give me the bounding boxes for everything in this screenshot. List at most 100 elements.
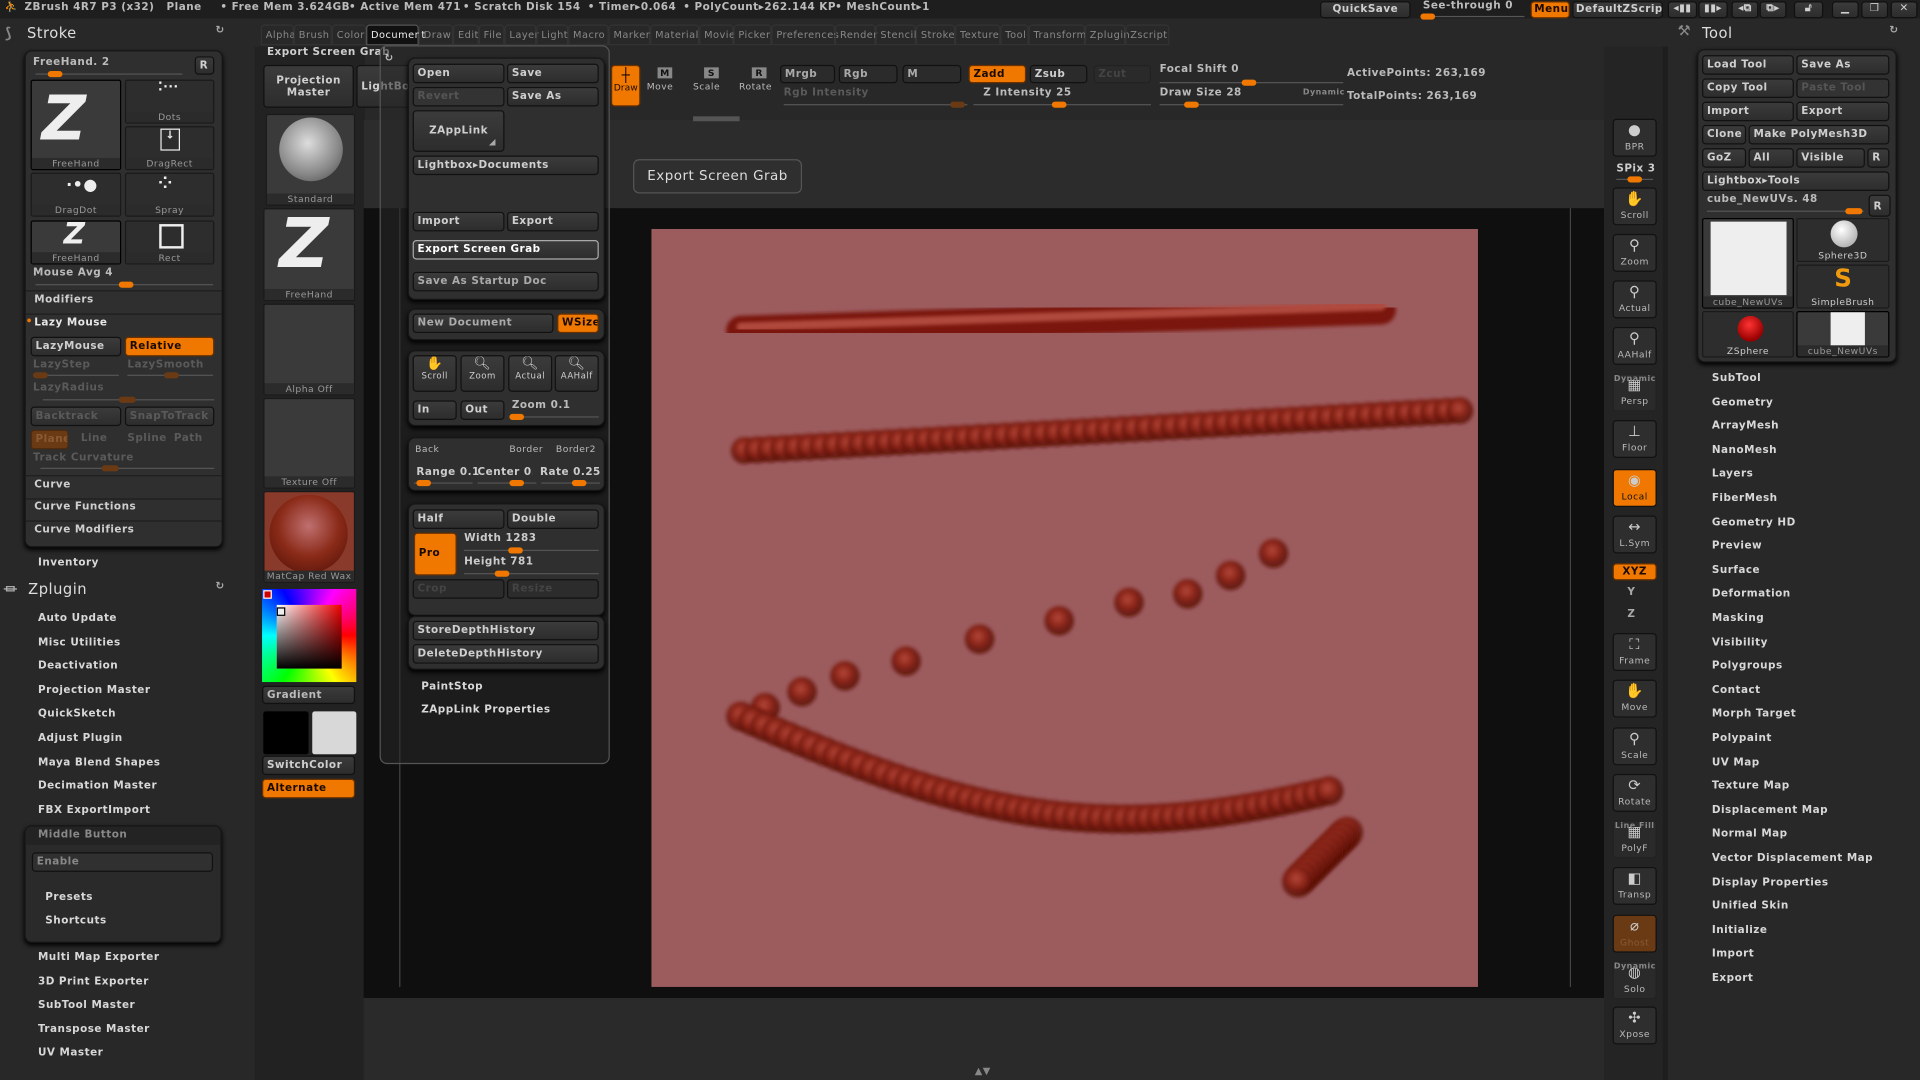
menu-stencil[interactable]: Stencil [875, 24, 916, 46]
menu-marker[interactable]: Marker [608, 24, 651, 46]
scale-button[interactable]: S Scale [689, 67, 723, 92]
paste-tool-button[interactable]: Paste Tool [1796, 78, 1890, 98]
modifiers-section[interactable]: Modifiers [34, 294, 93, 306]
menu-light[interactable]: Light [536, 24, 569, 46]
tool-subpalette-nanomesh[interactable]: NanoMesh [1712, 444, 1777, 456]
menu-picker[interactable]: Picker [733, 24, 772, 46]
scale-button[interactable]: ⚲ Scale [1612, 727, 1657, 766]
presets-item[interactable]: Presets [45, 891, 93, 903]
crop-button[interactable]: Crop [412, 579, 505, 599]
solo-button[interactable]: Dynamic ◍ Solo [1612, 961, 1657, 1000]
menu-texture[interactable]: Texture [955, 24, 1001, 46]
minimize-icon[interactable]: ▁ [1831, 1, 1859, 19]
brush-thumb[interactable]: Standard [265, 113, 356, 206]
scroll-button[interactable]: ✋ Scroll [1612, 187, 1657, 226]
persp-button[interactable]: Dynamic ▦ Persp [1612, 373, 1657, 412]
zplugin-item[interactable]: QuickSketch [38, 708, 116, 720]
tool-thumb-sphere3d[interactable]: Sphere3D [1796, 217, 1890, 263]
material-thumb[interactable]: MatCap Red Wax [263, 491, 356, 583]
make-polymesh3d-button[interactable]: Make PolyMesh3D [1748, 124, 1890, 145]
zplugin-item[interactable]: SubTool Master [38, 999, 135, 1011]
tool-subpalette-unified-skin[interactable]: Unified Skin [1712, 900, 1789, 912]
tool-subpalette-preview[interactable]: Preview [1712, 540, 1762, 552]
frame-button[interactable]: ⛶ Frame [1612, 633, 1657, 672]
store-depth-history-button[interactable]: StoreDepthHistory [412, 620, 599, 641]
zplugin-item[interactable]: Auto Update [38, 612, 117, 624]
goz-visible-button[interactable]: Visible [1796, 148, 1865, 168]
relative-toggle[interactable]: Relative [124, 336, 215, 357]
aahalf-button[interactable]: 🔍︎ AAHalf [554, 355, 599, 392]
zplugin-item[interactable]: Projection Master [38, 684, 151, 696]
copy-tool-button[interactable]: Copy Tool [1702, 78, 1794, 98]
backtrack-toggle[interactable]: Backtrack [30, 406, 122, 427]
horizontal-scrollbar[interactable] [693, 116, 740, 122]
popup-refresh-icon[interactable]: ↻ [384, 53, 393, 65]
path-mode-button[interactable]: Path [174, 432, 203, 444]
tool-subpalette-texture-map[interactable]: Texture Map [1712, 780, 1790, 792]
half-button[interactable]: Half [412, 509, 505, 529]
m-button[interactable]: M [902, 64, 962, 84]
revert-button[interactable]: Revert [412, 86, 505, 107]
tool-subpalette-fibermesh[interactable]: FiberMesh [1712, 492, 1778, 504]
right-scroll-handle[interactable] [1662, 46, 1668, 1080]
transp-button[interactable]: ◧ Transp [1612, 866, 1657, 905]
tool-subpalette-subtool[interactable]: SubTool [1712, 372, 1761, 384]
tool-thumb-cube-newuvs[interactable]: cube_NewUVs [1702, 217, 1794, 309]
track-curvature-slider[interactable] [40, 465, 215, 472]
tool-subpalette-vector-displacement-map[interactable]: Vector Displacement Map [1712, 852, 1873, 864]
rotate-button[interactable]: ⟳ Rotate [1612, 773, 1657, 812]
color-picker[interactable] [262, 588, 357, 683]
menu-stroke[interactable]: Stroke [915, 24, 956, 46]
tool-subpalette-deformation[interactable]: Deformation [1712, 588, 1791, 600]
alpha-thumb[interactable]: Alpha Off [263, 303, 356, 396]
enable-toggle[interactable]: Enable [31, 852, 214, 872]
tool-import-button[interactable]: Import [1702, 101, 1794, 122]
prev-layout-icon[interactable]: ◂⧉ [1731, 1, 1759, 19]
snaptotrack-toggle[interactable]: SnapToTrack [124, 406, 215, 427]
menu-brush[interactable]: Brush [293, 24, 332, 46]
tool-subpalette-visibility[interactable]: Visibility [1712, 636, 1768, 648]
menu-zplugin[interactable]: Zplugin [1084, 24, 1130, 46]
zplugin-item[interactable]: Maya Blend Shapes [38, 756, 161, 768]
curve-section[interactable]: Curve [34, 479, 70, 491]
curve-modifiers-section[interactable]: Curve Modifiers [34, 524, 134, 536]
lazymouse-toggle[interactable]: LazyMouse [30, 336, 122, 357]
menu-tool[interactable]: Tool [1000, 24, 1029, 46]
zplugin-item[interactable]: 3D Print Exporter [38, 975, 149, 987]
draw-button[interactable]: ┼ Draw [611, 64, 641, 107]
z-intensity-slider[interactable] [973, 101, 1152, 108]
zplugin-item[interactable]: UV Master [38, 1047, 103, 1059]
focal-shift-slider[interactable] [1159, 79, 1344, 86]
stroke-thumb-spray[interactable]: ⁘ Spray [124, 172, 215, 217]
menu-edit[interactable]: Edit [453, 24, 479, 46]
shrink-tray-icon[interactable]: ◂▮▮ [1667, 1, 1698, 19]
rotate-button[interactable]: R Rotate [737, 67, 774, 92]
dynamic-toggle[interactable]: Dynamic [1303, 87, 1345, 97]
double-button[interactable]: Double [506, 509, 599, 529]
menus-button[interactable]: Menus [1530, 1, 1570, 19]
refresh-icon[interactable]: ↻ [216, 24, 225, 36]
back-color-button[interactable]: Back [415, 443, 439, 454]
menu-material[interactable]: Material [650, 24, 700, 46]
lazystep-slider[interactable] [33, 372, 119, 379]
goz-button[interactable]: GoZ [1702, 148, 1747, 168]
stroke-thumb-rect[interactable]: Rect [124, 220, 215, 265]
lazyradius-slider[interactable] [42, 396, 215, 403]
document-canvas[interactable] [651, 228, 1478, 987]
menu-zscript[interactable]: Zscript [1125, 24, 1170, 46]
secondary-color-swatch[interactable] [311, 710, 358, 756]
tool-subpalette-contact[interactable]: Contact [1712, 684, 1761, 696]
spline-mode-button[interactable]: Spline [127, 432, 166, 444]
border2-color-button[interactable]: Border2 [556, 443, 596, 454]
alternate-button[interactable]: Alternate [262, 778, 356, 799]
zoom-out-button[interactable]: Out [460, 400, 505, 421]
local-button[interactable]: ◉ Local [1612, 468, 1657, 507]
refresh-icon[interactable]: ↻ [216, 580, 225, 592]
zapplink-properties-item[interactable]: ZAppLink Properties [421, 704, 550, 716]
tool-subpalette-uv-map[interactable]: UV Map [1712, 756, 1760, 768]
tool-thumb-zsphere[interactable]: ZSphere [1702, 311, 1794, 358]
floor-button[interactable]: ⊥ Floor [1612, 420, 1657, 458]
export-screen-grab-button[interactable]: Export Screen Grab [412, 240, 599, 260]
bpr-button[interactable]: ● BPR [1612, 118, 1657, 157]
load-tool-button[interactable]: Load Tool [1702, 55, 1794, 75]
